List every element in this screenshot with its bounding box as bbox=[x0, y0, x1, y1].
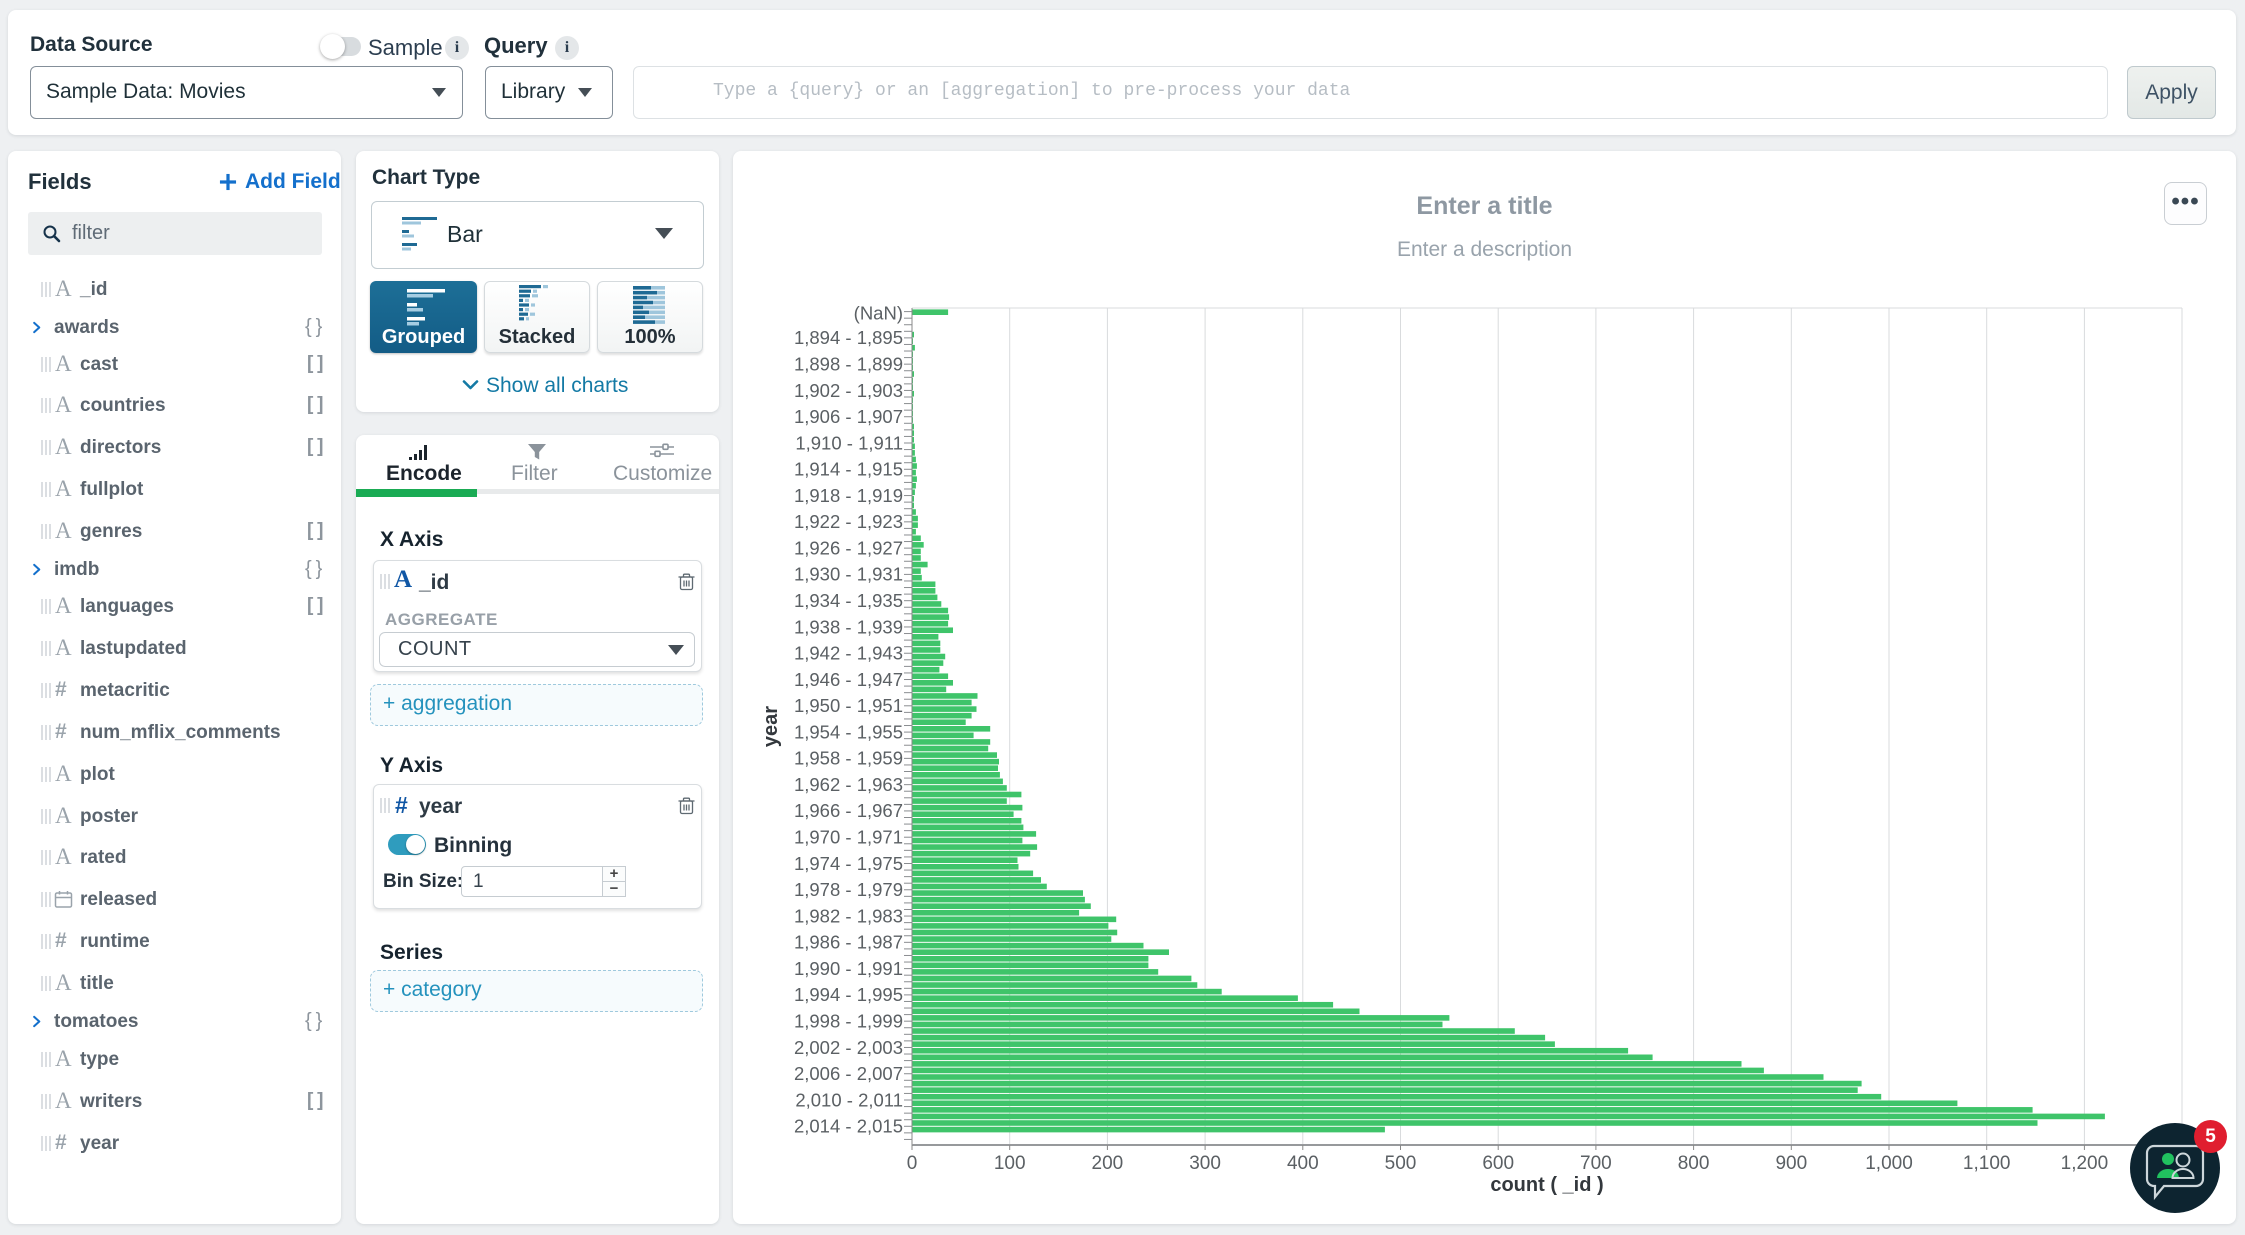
svg-text:1,902 - 1,903: 1,902 - 1,903 bbox=[794, 380, 903, 401]
svg-text:1,990 - 1,991: 1,990 - 1,991 bbox=[794, 958, 903, 979]
svg-text:year: year bbox=[760, 706, 782, 747]
svg-text:1,958 - 1,959: 1,958 - 1,959 bbox=[794, 748, 903, 769]
svg-text:700: 700 bbox=[1580, 1153, 1612, 1174]
svg-text:1,906 - 1,907: 1,906 - 1,907 bbox=[794, 406, 903, 427]
svg-text:1,898 - 1,899: 1,898 - 1,899 bbox=[794, 354, 903, 375]
svg-text:1,938 - 1,939: 1,938 - 1,939 bbox=[794, 616, 903, 637]
svg-text:500: 500 bbox=[1385, 1153, 1417, 1174]
svg-text:2,014 - 2,015: 2,014 - 2,015 bbox=[794, 1116, 903, 1137]
svg-text:200: 200 bbox=[1092, 1153, 1124, 1174]
svg-text:1,986 - 1,987: 1,986 - 1,987 bbox=[794, 932, 903, 953]
svg-text:1,954 - 1,955: 1,954 - 1,955 bbox=[794, 721, 903, 742]
svg-text:0: 0 bbox=[907, 1153, 918, 1174]
svg-text:2,010 - 2,011: 2,010 - 2,011 bbox=[795, 1089, 903, 1110]
svg-text:1,922 - 1,923: 1,922 - 1,923 bbox=[794, 511, 903, 532]
svg-text:1,966 - 1,967: 1,966 - 1,967 bbox=[794, 800, 903, 821]
svg-text:400: 400 bbox=[1287, 1153, 1319, 1174]
svg-text:1,918 - 1,919: 1,918 - 1,919 bbox=[794, 485, 903, 506]
svg-text:1,994 - 1,995: 1,994 - 1,995 bbox=[794, 984, 903, 1005]
svg-text:2,002 - 2,003: 2,002 - 2,003 bbox=[794, 1037, 903, 1058]
svg-text:100: 100 bbox=[994, 1153, 1026, 1174]
svg-text:(NaN): (NaN) bbox=[854, 303, 903, 324]
svg-text:1,978 - 1,979: 1,978 - 1,979 bbox=[794, 879, 903, 900]
svg-text:1,934 - 1,935: 1,934 - 1,935 bbox=[794, 590, 903, 611]
svg-text:1,926 - 1,927: 1,926 - 1,927 bbox=[794, 537, 903, 558]
svg-text:1,998 - 1,999: 1,998 - 1,999 bbox=[794, 1011, 903, 1032]
svg-text:1,000: 1,000 bbox=[1865, 1153, 1913, 1174]
svg-text:1,970 - 1,971: 1,970 - 1,971 bbox=[794, 827, 903, 848]
svg-text:1,950 - 1,951: 1,950 - 1,951 bbox=[794, 695, 903, 716]
svg-text:1,894 - 1,895: 1,894 - 1,895 bbox=[794, 327, 903, 348]
svg-text:count ( _id ): count ( _id ) bbox=[1490, 1174, 1603, 1196]
svg-text:1,962 - 1,963: 1,962 - 1,963 bbox=[794, 774, 903, 795]
svg-text:600: 600 bbox=[1482, 1153, 1514, 1174]
svg-text:800: 800 bbox=[1678, 1153, 1710, 1174]
svg-text:1,914 - 1,915: 1,914 - 1,915 bbox=[794, 459, 903, 480]
svg-text:2,006 - 2,007: 2,006 - 2,007 bbox=[794, 1063, 903, 1084]
svg-text:1,946 - 1,947: 1,946 - 1,947 bbox=[794, 669, 903, 690]
svg-text:1,982 - 1,983: 1,982 - 1,983 bbox=[794, 905, 903, 926]
svg-text:1,200: 1,200 bbox=[2061, 1153, 2109, 1174]
svg-text:1,100: 1,100 bbox=[1963, 1153, 2011, 1174]
svg-text:1,974 - 1,975: 1,974 - 1,975 bbox=[794, 853, 903, 874]
svg-text:1,930 - 1,931: 1,930 - 1,931 bbox=[794, 564, 903, 585]
svg-text:1,942 - 1,943: 1,942 - 1,943 bbox=[794, 643, 903, 664]
svg-text:900: 900 bbox=[1775, 1153, 1807, 1174]
svg-text:300: 300 bbox=[1189, 1153, 1221, 1174]
svg-text:1,910 - 1,911: 1,910 - 1,911 bbox=[795, 432, 903, 453]
